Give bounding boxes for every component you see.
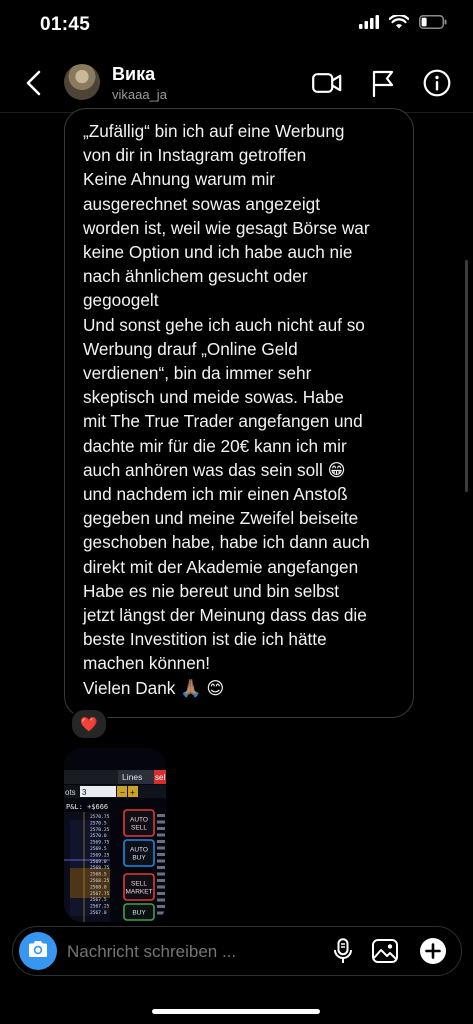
- price-level: 2570.5: [90, 820, 107, 826]
- message-line: Keine Ahnung warum mir: [83, 169, 276, 190]
- contact-handle[interactable]: vikaaa_ja: [112, 87, 167, 102]
- status-bar: 01:45: [0, 0, 473, 50]
- message-line: Vielen Dank 🙏🏽 😊: [83, 677, 225, 698]
- price-level: 2570.75: [90, 814, 110, 820]
- order-row-marker: [157, 911, 165, 915]
- chat-header: Вика vikaaa_ja: [0, 58, 473, 110]
- contact-name[interactable]: Вика: [112, 64, 155, 85]
- wifi-icon: [388, 13, 410, 34]
- order-row-marker: [157, 898, 165, 902]
- trade-button-label: SELL: [131, 881, 147, 888]
- message-line: und nachdem ich mir einen Anstoß: [83, 484, 348, 505]
- message-line: geschoben habe, habe ich dann auch: [83, 532, 370, 553]
- plus-icon[interactable]: [419, 937, 447, 965]
- message-line: keine Option und ich habe auch nie: [83, 242, 353, 263]
- price-level: 2567.75: [90, 891, 110, 897]
- microphone-icon[interactable]: [329, 937, 357, 965]
- order-row-marker: [157, 872, 165, 876]
- message-line: nach ähnlichem gesucht oder: [83, 266, 308, 287]
- lots-label: ots: [65, 788, 76, 797]
- gallery-icon[interactable]: [371, 937, 399, 965]
- price-level: 2569.0: [90, 859, 107, 865]
- trading-screenshot: Lines sel ots 3 − + P&L: +$666 2570.7525…: [64, 748, 166, 922]
- trade-button-label: BUY: [132, 910, 146, 917]
- battery-icon: [419, 15, 447, 34]
- pl-label: P&L: +$666: [66, 803, 108, 811]
- order-row-marker: [157, 866, 165, 869]
- order-row-marker: [157, 814, 165, 817]
- price-level: 2570.25: [90, 827, 110, 833]
- message-line: dachte mir für die 20€ kann ich mir: [83, 435, 347, 456]
- order-row-marker: [157, 840, 165, 843]
- order-row-marker: [157, 892, 165, 895]
- trade-button-label: AUTO: [130, 847, 148, 854]
- cellular-signal-icon: [359, 15, 379, 34]
- price-level: 2567.5: [90, 897, 107, 903]
- flag-icon[interactable]: [368, 68, 398, 98]
- price-level: 2569.25: [90, 852, 110, 858]
- info-icon[interactable]: [422, 68, 452, 98]
- reaction-badge[interactable]: ❤️: [70, 708, 108, 740]
- tab-lines: Lines: [122, 772, 142, 782]
- trade-button-label: BUY: [132, 855, 146, 862]
- message-bubble[interactable]: „Zufällig“ bin ich auf eine Werbung von d…: [64, 108, 414, 718]
- price-level: 2568.25: [90, 878, 110, 884]
- message-line: mit The True Trader angefangen und: [83, 411, 363, 432]
- order-row-marker: [157, 827, 165, 830]
- trade-button-label: MARKET: [125, 889, 152, 896]
- message-line: von dir in Instagram getroffen: [83, 145, 307, 166]
- message-line: beste Investition ist die ich hätte: [83, 629, 327, 650]
- order-row-marker: [157, 879, 165, 882]
- scrollbar[interactable]: [465, 260, 468, 492]
- message-line: auch anhören was das sein soll 😁: [83, 459, 346, 480]
- message-line: jetzt längst der Meinung dass das die: [83, 605, 367, 626]
- order-row-marker: [157, 833, 165, 837]
- status-icons: [359, 13, 447, 34]
- order-row-marker: [157, 905, 165, 908]
- message-line: gegoogelt: [83, 290, 159, 311]
- message-line: direkt mit der Akademie angefangen: [83, 556, 359, 577]
- price-level: 2568.5: [90, 872, 107, 878]
- price-level: 2570.0: [90, 833, 107, 839]
- order-row-marker: [157, 853, 165, 856]
- order-row-marker: [157, 846, 165, 850]
- home-indicator[interactable]: [152, 1009, 320, 1014]
- message-line: machen können!: [83, 653, 211, 674]
- camera-button[interactable]: [19, 932, 57, 970]
- order-row-marker: [157, 885, 165, 889]
- message-line: Und sonst gehe ich auch nicht auf so: [83, 314, 365, 335]
- message-line: skeptisch und meide sowas. Habe: [83, 387, 344, 408]
- message-line: „Zufällig“ bin ich auf eine Werbung: [83, 121, 345, 141]
- trade-button-label: AUTO: [130, 817, 148, 824]
- message-input[interactable]: [65, 941, 319, 963]
- lots-value: 3: [82, 788, 87, 797]
- message-line: gegeben und meine Zweifel beiseite: [83, 508, 359, 529]
- svg-text:−: −: [120, 788, 125, 797]
- message-composer: [12, 926, 462, 976]
- order-row-marker: [157, 820, 165, 824]
- trade-button-label: SELL: [131, 825, 147, 832]
- svg-text:+: +: [130, 788, 135, 797]
- price-level: 2568.0: [90, 884, 107, 890]
- message-line: Habe es nie bereut und bin selbst: [83, 580, 340, 601]
- camera-icon: [27, 940, 49, 963]
- message-line: worden ist, weil wie gesagt Börse war: [83, 217, 370, 238]
- status-time: 01:45: [40, 14, 91, 35]
- order-row-marker: [157, 859, 165, 863]
- price-level: 2569.75: [90, 840, 110, 846]
- back-arrow-icon[interactable]: [18, 66, 48, 100]
- message-line: Werbung drauf „Online Geld: [83, 338, 298, 359]
- tab-sel: sel: [155, 773, 165, 782]
- avatar[interactable]: [64, 64, 100, 100]
- heart-reaction-icon: ❤️: [80, 716, 98, 732]
- price-level: 2569.5: [90, 846, 107, 852]
- video-call-icon[interactable]: [312, 68, 342, 98]
- price-level: 2567.25: [90, 904, 110, 910]
- message-line: ausgerechnet sowas angezeigt: [83, 193, 320, 214]
- message-line: verdienen“, bin da immer sehr: [83, 363, 312, 384]
- photo-message[interactable]: Lines sel ots 3 − + P&L: +$666 2570.75 25…: [64, 748, 166, 922]
- price-level: 2567.0: [90, 910, 107, 916]
- price-level: 2568.75: [90, 865, 110, 871]
